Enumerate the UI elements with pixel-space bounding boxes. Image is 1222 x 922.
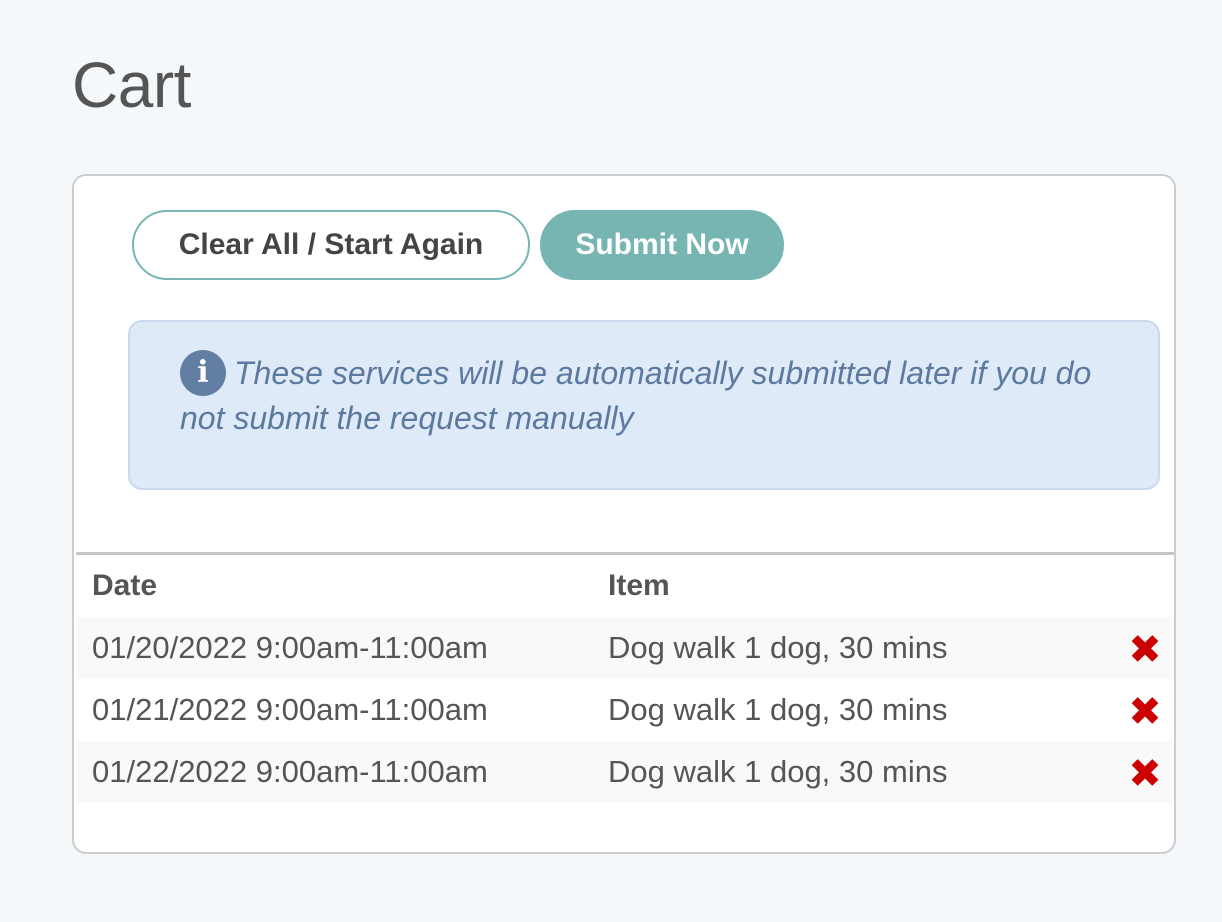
remove-icon[interactable]: ✖ [1128, 692, 1162, 732]
row-remove-cell: ✖ [1104, 617, 1174, 679]
submit-now-button[interactable]: Submit Now [540, 210, 784, 280]
table-row: 01/21/2022 9:00am-11:00am Dog walk 1 dog… [76, 679, 1174, 741]
remove-icon[interactable]: ✖ [1128, 754, 1162, 794]
info-icon: i [180, 350, 226, 396]
row-item: Dog walk 1 dog, 30 mins [608, 692, 948, 727]
auto-submit-notice: i These services will be automatically su… [128, 320, 1160, 490]
table-row: 01/20/2022 9:00am-11:00am Dog walk 1 dog… [76, 617, 1174, 679]
row-remove-cell: ✖ [1104, 679, 1174, 741]
column-header-date: Date [92, 569, 158, 602]
row-item: Dog walk 1 dog, 30 mins [608, 630, 948, 665]
clear-all-button[interactable]: Clear All / Start Again [132, 210, 530, 280]
table-row: 01/22/2022 9:00am-11:00am Dog walk 1 dog… [76, 741, 1174, 803]
table-header-row: Date Item [76, 555, 1174, 617]
notice-text: These services will be automatically sub… [180, 355, 1092, 436]
remove-icon[interactable]: ✖ [1128, 630, 1162, 670]
row-date: 01/21/2022 9:00am-11:00am [92, 692, 488, 727]
notice-message: i These services will be automatically su… [180, 350, 1110, 440]
page-title: Cart [72, 49, 191, 121]
column-header-remove [1104, 555, 1174, 617]
column-header-item: Item [608, 569, 670, 602]
row-date: 01/22/2022 9:00am-11:00am [92, 754, 488, 789]
row-date: 01/20/2022 9:00am-11:00am [92, 630, 488, 665]
row-item: Dog walk 1 dog, 30 mins [608, 754, 948, 789]
cart-panel: Clear All / Start Again Submit Now i Thes… [72, 174, 1176, 854]
cart-table: Date Item 01/20/2022 9:00am-11:00am Dog … [76, 555, 1174, 803]
row-remove-cell: ✖ [1104, 741, 1174, 803]
